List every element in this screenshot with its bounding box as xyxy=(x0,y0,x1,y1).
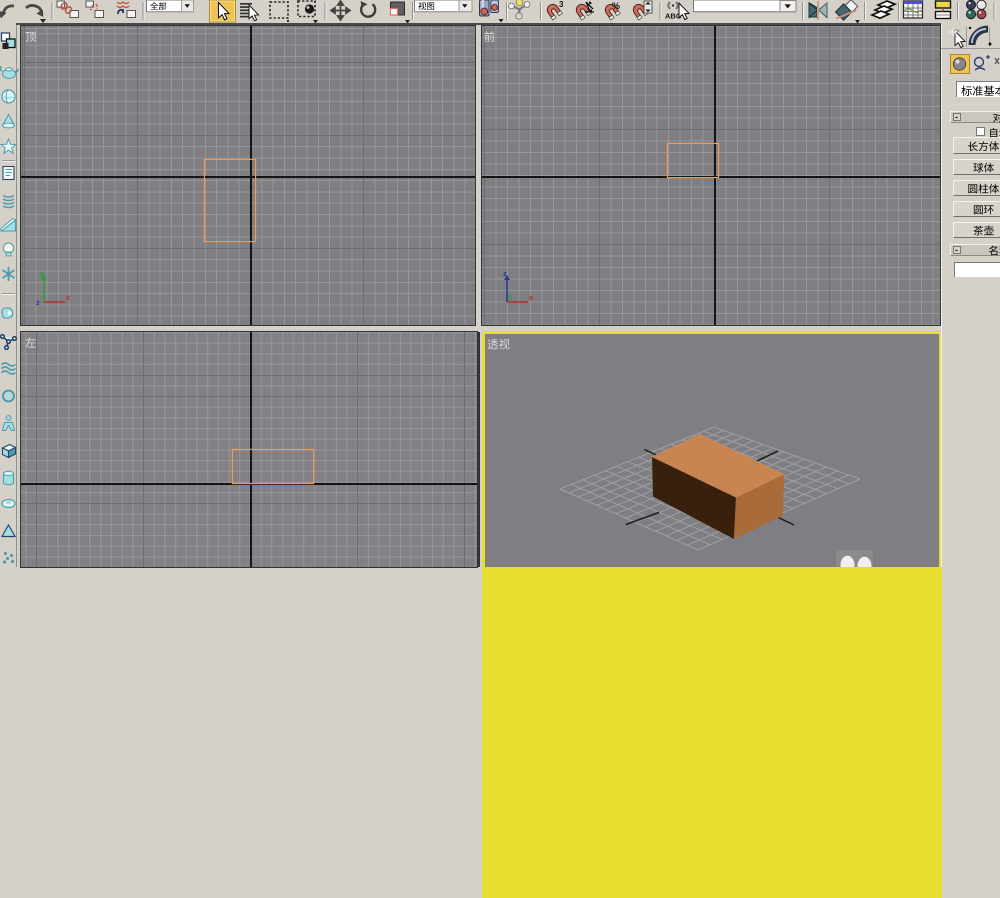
svg-text:y: y xyxy=(508,292,513,301)
svg-text:z: z xyxy=(503,269,507,278)
svg-text:x: x xyxy=(529,293,534,302)
svg-text:3: 3 xyxy=(559,0,564,9)
svg-text:x: x xyxy=(66,293,71,302)
svg-text:z: z xyxy=(36,298,40,307)
svg-text:%: % xyxy=(612,1,620,11)
